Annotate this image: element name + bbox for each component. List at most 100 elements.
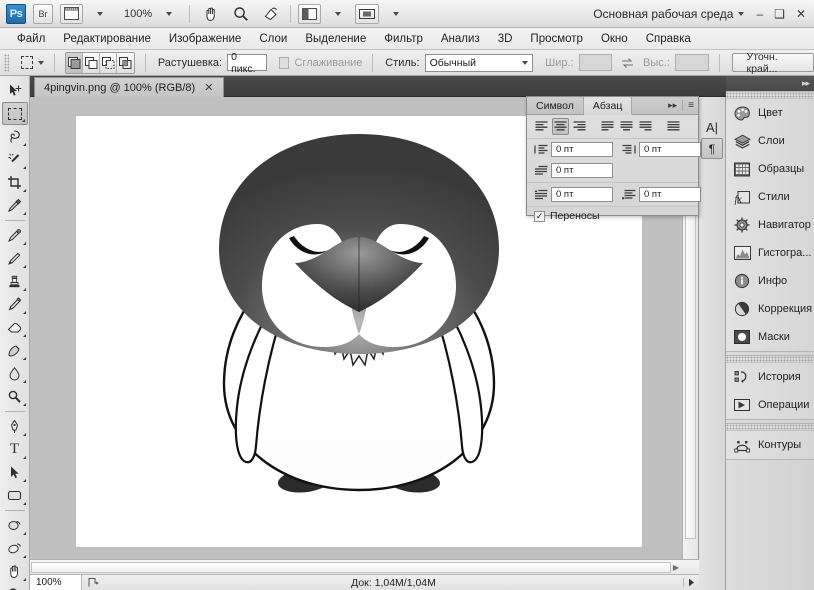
zoom-level-caret[interactable] bbox=[159, 4, 179, 24]
clone-stamp-tool[interactable] bbox=[2, 270, 28, 293]
view-extras-button[interactable] bbox=[60, 4, 83, 24]
feather-input[interactable]: 0 пикс. bbox=[227, 54, 267, 71]
width-input[interactable] bbox=[579, 54, 613, 71]
menu-edit[interactable]: Редактирование bbox=[54, 31, 160, 47]
subtract-from-selection-button[interactable] bbox=[100, 53, 117, 73]
minimize-button[interactable]: – bbox=[756, 8, 763, 20]
tab-character[interactable]: Символ bbox=[527, 97, 584, 114]
3d-object-rotate-tool[interactable] bbox=[2, 514, 28, 537]
dock-item-layers[interactable]: Слои bbox=[726, 127, 814, 155]
magic-wand-tool[interactable] bbox=[2, 148, 28, 171]
paragraph-panel-icon[interactable]: ¶ bbox=[701, 138, 723, 159]
dock-item-navigator[interactable]: Навигатор bbox=[726, 211, 814, 239]
screen-mode-caret[interactable] bbox=[328, 4, 348, 24]
hyphenate-checkbox[interactable]: ✓ bbox=[534, 211, 545, 222]
new-selection-button[interactable] bbox=[66, 53, 83, 73]
align-center-button[interactable] bbox=[552, 118, 569, 135]
dock-item-swatches[interactable]: Образцы bbox=[726, 155, 814, 183]
rectangular-marquee-tool[interactable] bbox=[2, 102, 28, 125]
screen-mode-button[interactable] bbox=[298, 4, 321, 24]
antialias-checkbox[interactable] bbox=[279, 57, 289, 69]
menu-help[interactable]: Справка bbox=[637, 31, 700, 47]
arrange-documents-caret[interactable] bbox=[386, 4, 406, 24]
hand-tool[interactable] bbox=[2, 560, 28, 583]
options-bar-gripper[interactable] bbox=[4, 54, 9, 72]
menu-image[interactable]: Изображение bbox=[160, 31, 250, 47]
menu-window[interactable]: Окно bbox=[592, 31, 637, 47]
justify-last-right-button[interactable] bbox=[637, 118, 654, 135]
dock-item-histogram[interactable]: Гистогра... bbox=[726, 239, 814, 267]
dock-item-info[interactable]: Инфо bbox=[726, 267, 814, 295]
healing-brush-tool[interactable] bbox=[2, 224, 28, 247]
menu-file[interactable]: Файл bbox=[8, 31, 54, 47]
dock-group-gripper[interactable] bbox=[726, 424, 814, 431]
eraser-tool[interactable] bbox=[2, 316, 28, 339]
status-preview-icon[interactable] bbox=[82, 577, 104, 588]
close-button[interactable]: ✕ bbox=[796, 8, 806, 20]
workspace-caret-icon[interactable] bbox=[738, 12, 744, 16]
space-before-paragraph-input[interactable]: 0 пт bbox=[551, 187, 613, 202]
launch-bridge-button[interactable]: Br bbox=[33, 4, 53, 24]
close-document-icon[interactable]: ✕ bbox=[204, 81, 213, 94]
lasso-tool[interactable] bbox=[2, 125, 28, 148]
menu-view[interactable]: Просмотр bbox=[521, 31, 592, 47]
indent-right-margin-input[interactable]: 0 пт bbox=[639, 142, 701, 157]
3d-camera-rotate-tool[interactable] bbox=[2, 537, 28, 560]
maximize-button[interactable]: ❑ bbox=[774, 8, 785, 20]
status-zoom-field[interactable]: 100% bbox=[30, 575, 82, 590]
tool-preset-caret-icon[interactable] bbox=[38, 61, 44, 65]
hyphenate-row[interactable]: ✓ Переносы bbox=[527, 208, 698, 222]
dock-item-masks[interactable]: Маски bbox=[726, 323, 814, 351]
dock-item-adjustments[interactable]: Коррекция bbox=[726, 295, 814, 323]
zoom-tool[interactable] bbox=[2, 583, 28, 590]
menu-analysis[interactable]: Анализ bbox=[432, 31, 489, 47]
menu-3d[interactable]: 3D bbox=[489, 31, 522, 47]
eyedropper-tool[interactable] bbox=[2, 194, 28, 217]
canvas-horizontal-scrollbar[interactable]: ▶ bbox=[30, 559, 699, 574]
zoom-tool-icon[interactable] bbox=[232, 5, 250, 23]
align-right-button[interactable] bbox=[571, 118, 588, 135]
document-tab[interactable]: 4pingvin.png @ 100% (RGB/8) ✕ bbox=[34, 77, 224, 97]
menu-layers[interactable]: Слои bbox=[250, 31, 296, 47]
justify-all-button[interactable] bbox=[665, 118, 682, 135]
indent-first-line-input[interactable]: 0 пт bbox=[551, 163, 613, 178]
scroll-right-arrow-icon[interactable]: ▶ bbox=[673, 563, 679, 572]
indent-left-margin-input[interactable]: 0 пт bbox=[551, 142, 613, 157]
dodge-tool[interactable] bbox=[2, 385, 28, 408]
arrange-documents-button[interactable] bbox=[355, 4, 379, 24]
status-menu-arrow-icon[interactable] bbox=[683, 578, 699, 587]
add-to-selection-button[interactable] bbox=[83, 53, 100, 73]
pen-tool[interactable] bbox=[2, 415, 28, 438]
history-brush-tool[interactable] bbox=[2, 293, 28, 316]
collapse-panel-icon[interactable]: ▸▸ bbox=[668, 100, 677, 111]
dock-item-paths[interactable]: Контуры bbox=[726, 431, 814, 459]
character-panel-icon[interactable]: A| bbox=[702, 118, 723, 136]
justify-last-left-button[interactable] bbox=[599, 118, 616, 135]
space-after-paragraph-input[interactable]: 0 пт bbox=[639, 187, 701, 202]
type-tool[interactable]: T bbox=[2, 438, 28, 461]
zoom-level-label[interactable]: 100% bbox=[124, 8, 152, 20]
brush-tool[interactable] bbox=[2, 247, 28, 270]
tab-paragraph[interactable]: Абзац bbox=[584, 97, 632, 115]
rectangle-shape-tool[interactable] bbox=[2, 484, 28, 507]
path-selection-tool[interactable] bbox=[2, 461, 28, 484]
dock-collapse-button[interactable]: ▸▸ bbox=[726, 76, 814, 91]
dock-item-actions[interactable]: Операции bbox=[726, 391, 814, 419]
align-left-button[interactable] bbox=[533, 118, 550, 135]
menu-filter[interactable]: Фильтр bbox=[375, 31, 432, 47]
move-tool[interactable] bbox=[2, 79, 28, 102]
dock-group-gripper[interactable] bbox=[726, 92, 814, 99]
dock-item-color[interactable]: Цвет bbox=[726, 99, 814, 127]
current-tool-icon[interactable] bbox=[21, 56, 34, 69]
dock-item-styles[interactable]: fx Стили bbox=[726, 183, 814, 211]
workspace-switcher[interactable]: Основная рабочая среда bbox=[593, 7, 733, 21]
rotate-view-tool-icon[interactable] bbox=[262, 5, 280, 23]
blur-tool[interactable] bbox=[2, 362, 28, 385]
refine-edge-button[interactable]: Уточн. край... bbox=[732, 53, 814, 72]
dock-item-history[interactable]: История bbox=[726, 363, 814, 391]
swap-width-height-icon[interactable] bbox=[620, 54, 635, 72]
height-input[interactable] bbox=[675, 54, 709, 71]
gradient-tool[interactable] bbox=[2, 339, 28, 362]
dock-group-gripper[interactable] bbox=[726, 356, 814, 363]
menu-select[interactable]: Выделение bbox=[296, 31, 375, 47]
